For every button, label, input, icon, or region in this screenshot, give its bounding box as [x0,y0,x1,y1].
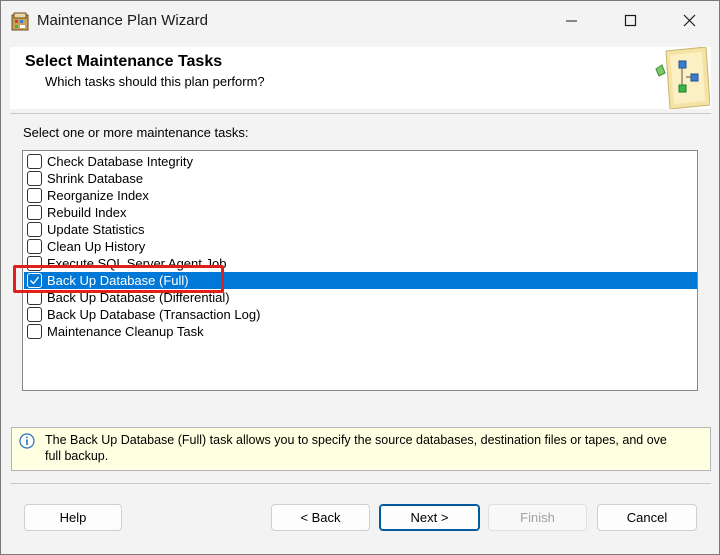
task-checkbox[interactable] [27,307,42,322]
task-label: Reorganize Index [47,188,149,203]
finish-button[interactable]: Finish [488,504,587,531]
window-title: Maintenance Plan Wizard [37,12,208,29]
app-icon [11,12,29,31]
cancel-button[interactable]: Cancel [597,504,697,531]
task-checkbox[interactable] [27,188,42,203]
wizard-header: Select Maintenance Tasks Which tasks sho… [10,47,711,109]
task-label: Check Database Integrity [47,154,193,169]
page-title: Select Maintenance Tasks [25,53,223,70]
task-checkbox[interactable] [27,171,42,186]
task-item-rebuild-index[interactable]: Rebuild Index [24,204,697,221]
maximize-button[interactable] [601,1,659,41]
task-item-back-up-database-transaction-log[interactable]: Back Up Database (Transaction Log) [24,306,697,323]
maximize-icon [624,14,637,27]
task-item-reorganize-index[interactable]: Reorganize Index [24,187,697,204]
task-checkbox[interactable] [27,205,42,220]
annotation-highlight-box [13,265,224,293]
help-button[interactable]: Help [24,504,122,531]
task-list-prompt: Select one or more maintenance tasks: [23,125,249,140]
task-label: Clean Up History [47,239,146,254]
task-label: Update Statistics [47,222,145,237]
task-label: Shrink Database [47,171,144,186]
title-bar: Maintenance Plan Wizard [1,1,719,41]
task-checkbox[interactable] [27,222,42,237]
task-label: Maintenance Cleanup Task [47,324,204,339]
task-item-maintenance-cleanup-task[interactable]: Maintenance Cleanup Task [24,323,697,340]
maintenance-plan-wizard-window: Maintenance Plan Wizard Select Maintenan… [0,0,720,555]
task-label: Back Up Database (Transaction Log) [47,307,261,322]
page-subtitle: Which tasks should this plan perform? [45,74,265,89]
task-description-line-1: The Back Up Database (Full) task allows … [45,433,667,447]
wizard-banner-icon [655,47,710,109]
task-item-check-database-integrity[interactable]: Check Database Integrity [24,153,697,170]
minimize-icon [566,20,577,22]
info-icon [19,433,35,449]
task-description-line-2: full backup. [45,449,109,463]
task-checkbox[interactable] [27,239,42,254]
task-description-bar: The Back Up Database (Full) task allows … [11,427,711,471]
task-label: Rebuild Index [47,205,127,220]
minimize-button[interactable] [542,1,600,41]
task-description: The Back Up Database (Full) task allows … [45,432,710,464]
task-item-shrink-database[interactable]: Shrink Database [24,170,697,187]
task-checkbox[interactable] [27,154,42,169]
task-item-update-statistics[interactable]: Update Statistics [24,221,697,238]
task-checkbox[interactable] [27,324,42,339]
close-icon [683,14,696,27]
next-button[interactable]: Next > [379,504,480,531]
back-button[interactable]: < Back [271,504,370,531]
task-item-clean-up-history[interactable]: Clean Up History [24,238,697,255]
close-button[interactable] [660,1,718,41]
footer-separator [10,483,711,484]
header-separator [10,113,711,114]
